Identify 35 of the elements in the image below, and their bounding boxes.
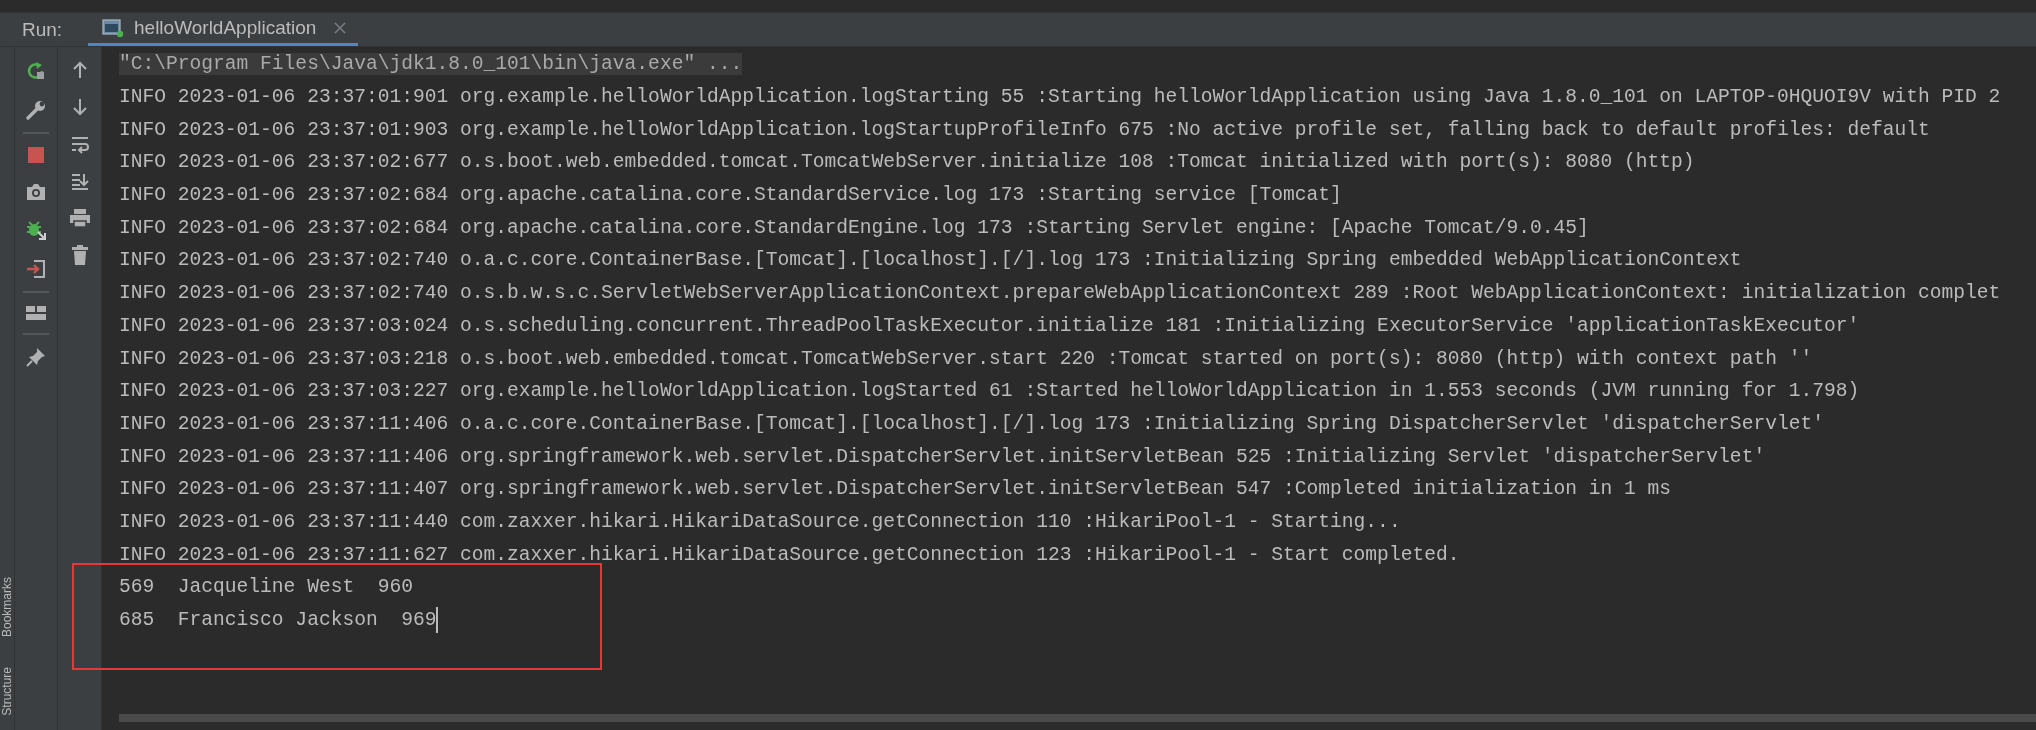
output-line: 569 Jacqueline West 960: [119, 576, 413, 599]
log-line: INFO 2023-01-06 23:37:02:740 o.s.b.w.s.c.ServletWebServerApplicationContext.prepareWebApplicationContext 289 :Root WebApplicationContext: initialization complet: [119, 282, 2001, 305]
scroll-to-end-icon[interactable]: [69, 171, 90, 191]
layout-icon[interactable]: [25, 304, 47, 322]
stop-icon[interactable]: [26, 145, 46, 165]
log-line: INFO 2023-01-06 23:37:11:406 o.a.c.core.ContainerBase.[Tomcat].[localhost].[/].log 173 :Initializing Spring DispatcherServlet 'dispatcherServlet': [119, 412, 1824, 435]
log-line: INFO 2023-01-06 23:37:02:677 o.s.boot.web.embedded.tomcat.TomcatWebServer.initialize 108 :Tomcat initialized with port(s): 8080 (http): [119, 151, 1695, 174]
log-line: INFO 2023-01-06 23:37:11:627 com.zaxxer.hikari.HikariDataSource.getConnection 123 :HikariPool-1 - Start completed.: [119, 543, 1460, 566]
side-tab-label[interactable]: Structure: [0, 667, 14, 716]
log-line: INFO 2023-01-06 23:37:11:440 com.zaxxer.hikari.HikariDataSource.getConnection 110 :HikariPool-1 - Starting...: [119, 510, 1401, 533]
pin-icon[interactable]: [25, 346, 47, 368]
wrench-icon[interactable]: [25, 99, 47, 121]
log-line: INFO 2023-01-06 23:37:11:406 org.springframework.web.servlet.DispatcherServlet.initServletBean 525 :Initializing Servlet 'dispatcherServlet': [119, 445, 1766, 468]
log-line: INFO 2023-01-06 23:37:03:218 o.s.boot.web.embedded.tomcat.TomcatWebServer.start 220 :Tomcat started on port(s): 8080 (http) with context path '': [119, 347, 1813, 370]
log-line: INFO 2023-01-06 23:37:03:024 o.s.scheduling.concurrent.ThreadPoolTaskExecutor.initialize 181 :Initializing ExecutorService 'applicationTaskExecutor': [119, 314, 1860, 337]
run-label: Run:: [21, 18, 64, 41]
camera-icon[interactable]: [25, 182, 47, 202]
log-line: INFO 2023-01-06 23:37:11:407 org.springframework.web.servlet.DispatcherServlet.initServletBean 547 :Completed initialization in 1 ms: [119, 478, 1672, 501]
output-line: 685 Francisco Jackson 969: [119, 609, 437, 632]
horizontal-scrollbar[interactable]: [119, 714, 2036, 722]
log-line: INFO 2023-01-06 23:37:02:740 o.a.c.core.ContainerBase.[Tomcat].[localhost].[/].log 173 :Initializing Spring embedded WebApplicationContext: [119, 249, 1742, 272]
print-icon[interactable]: [68, 208, 91, 228]
exit-icon[interactable]: [25, 258, 47, 280]
side-tab-label[interactable]: Bookmarks: [0, 577, 14, 638]
log-line: INFO 2023-01-06 23:37:01:903 org.example.helloWorldApplication.logStartupProfileInfo 675 :No active profile set, falling back to default profiles: default: [119, 118, 1930, 141]
bug-icon[interactable]: [25, 219, 47, 241]
rerun-icon[interactable]: [25, 60, 47, 82]
trash-icon[interactable]: [70, 245, 89, 265]
soft-wrap-icon[interactable]: [69, 134, 90, 154]
window-icon: [102, 18, 124, 38]
log-line: INFO 2023-01-06 23:37:02:684 org.apache.catalina.core.StandardEngine.log 173 :Starting Servlet engine: [Apache Tomcat/9.0.45]: [119, 216, 1589, 239]
close-icon[interactable]: [334, 22, 347, 34]
log-line: INFO 2023-01-06 23:37:02:684 org.apache.catalina.core.StandardService.log 173 :Starting service [Tomcat]: [119, 184, 1342, 207]
log-line: INFO 2023-01-06 23:37:03:227 org.example.helloWorldApplication.logStarted 61 :Started helloWorldApplication in 1.553 seconds (JVM running for 1.798): [119, 380, 1860, 403]
log-line: INFO 2023-01-06 23:37:01:901 org.example.helloWorldApplication.logStarting 55 :Starting helloWorldApplication using Java 1.8.0_101 on LAPTOP-0HQUOI9V with PID 2: [119, 86, 2001, 109]
